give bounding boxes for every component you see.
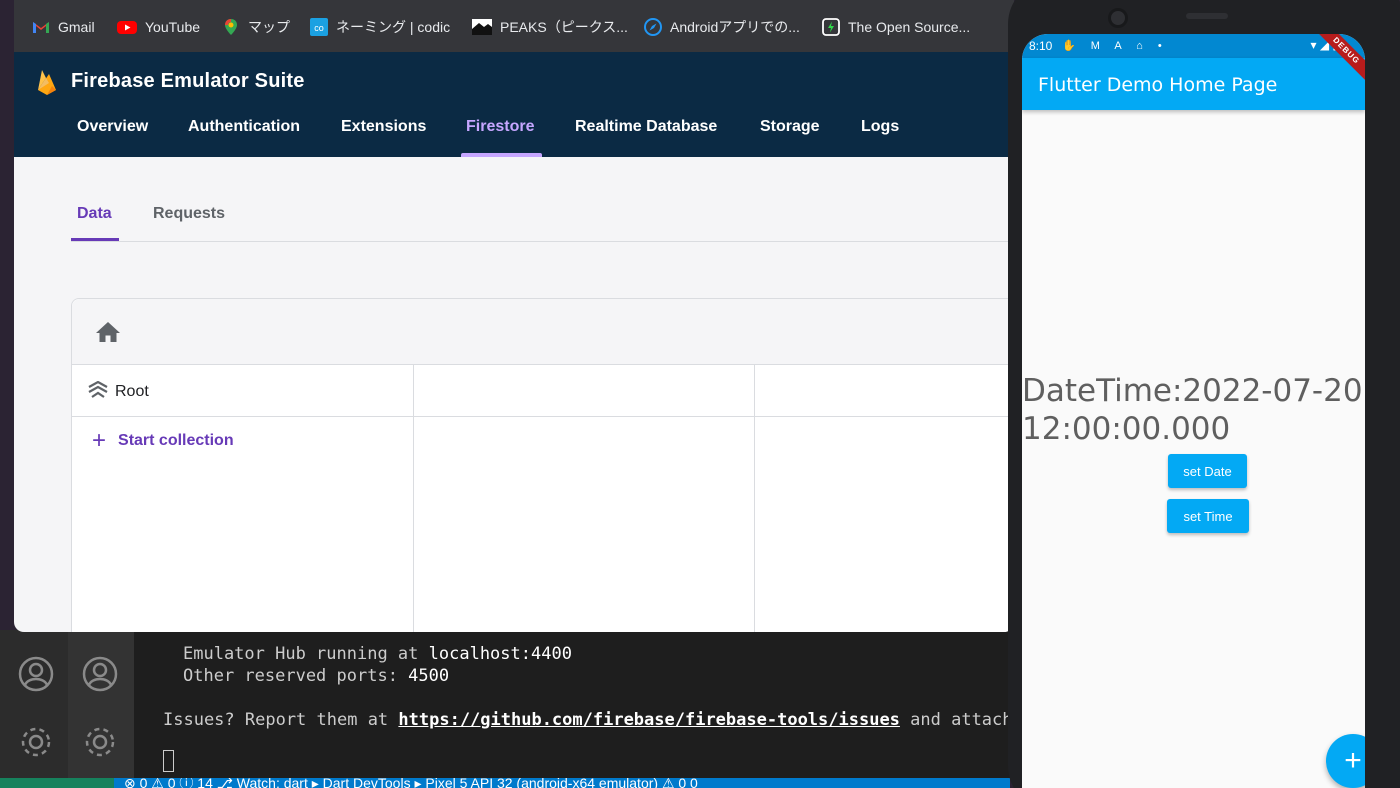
app-bar-title: Flutter Demo Home Page [1038,74,1278,96]
active-subtab-indicator [71,238,119,241]
home-icon[interactable] [95,321,121,343]
datetime-line-2: 12:00:00.000 [1022,411,1231,447]
subtab-data[interactable]: Data [77,205,112,223]
bookmark-youtube[interactable]: YouTube [117,16,200,38]
app-title: Firebase Emulator Suite [71,70,305,92]
active-tab-indicator [461,153,542,157]
compass-icon [644,18,662,36]
phone-speaker [1186,13,1228,19]
firebase-header: Firebase Emulator Suite Overview Authent… [14,52,1014,157]
bookmark-android[interactable]: Androidアプリでの... [644,16,800,38]
tab-realtime-database[interactable]: Realtime Database [575,118,717,136]
bookmark-peaks[interactable]: PEAKS（ピークス... [472,16,628,38]
add-fab-button[interactable]: + [1326,734,1365,788]
tab-overview[interactable]: Overview [77,118,148,136]
vscode-editor: Emulator Hub running at localhost:4400 O… [0,630,1013,788]
firestore-subtabs: Data Requests [71,184,1014,242]
remote-indicator[interactable] [0,778,114,788]
bookmarks-bar: Gmail YouTube マップ co ネーミング | codic PEAKS… [14,0,1014,52]
datetime-display: DateTime:2022-07-20 12:00:00.000 [1022,372,1365,448]
set-date-button[interactable]: set Date [1168,454,1247,488]
phone-camera [1108,8,1128,28]
svg-text:co: co [314,23,324,33]
datetime-line-1: DateTime:2022-07-20 [1022,373,1363,409]
android-status-bar: 8:10 ✋ M A ⌂ • ▾ ◢ ▮ [1022,34,1365,58]
notification-icons: ✋ M A ⌂ • [1062,40,1168,52]
column-2 [414,417,755,632]
subtab-requests[interactable]: Requests [153,205,225,223]
maps-icon [225,19,237,35]
tab-extensions[interactable]: Extensions [341,118,426,136]
peaks-icon [472,19,492,35]
bookmark-opensource[interactable]: The Open Source... [822,16,970,38]
gear-icon[interactable] [18,724,54,760]
codic-icon: co [310,18,328,36]
root-column-header[interactable]: Root [72,365,414,417]
start-collection-button[interactable]: + Start collection [92,427,234,454]
breadcrumb [72,299,1013,365]
tab-authentication[interactable]: Authentication [188,118,300,136]
account-icon[interactable] [82,656,118,692]
status-bar-text[interactable]: ⊗ 0 ⚠ 0 ⓘ 14 ⎇ Watch: dart ▸ Dart DevToo… [124,778,698,788]
start-collection-label: Start collection [118,432,234,449]
collection-stack-icon [88,381,108,398]
issues-line: Issues? Report them at https://github.co… [163,710,1013,730]
ports-line: Other reserved ports: 4500 [183,666,450,686]
firestore-data-panel: Root + Start collection [71,298,1014,632]
status-time: 8:10 [1029,39,1053,53]
column-3 [755,417,1014,632]
account-icon[interactable] [18,656,54,692]
gear-icon[interactable] [82,724,118,760]
bookmark-gmail[interactable]: Gmail [32,16,95,38]
bookmark-codic[interactable]: co ネーミング | codic [310,16,450,38]
browser-window: Gmail YouTube マップ co ネーミング | codic PEAKS… [14,0,1014,632]
app-bar: Flutter Demo Home Page [1022,58,1365,110]
issues-link[interactable]: https://github.com/firebase/firebase-too… [398,710,900,730]
root-column: + Start collection [72,417,414,632]
status-bar: ⊗ 0 ⚠ 0 ⓘ 14 ⎇ Watch: dart ▸ Dart DevToo… [0,778,1010,788]
plus-icon: + [92,427,107,454]
bookmark-maps[interactable]: マップ [222,16,290,38]
hub-line: Emulator Hub running at localhost:4400 [183,644,572,664]
youtube-icon [117,21,137,34]
terminal-output[interactable]: Emulator Hub running at localhost:4400 O… [134,630,1013,778]
tab-logs[interactable]: Logs [861,118,899,136]
terminal-cursor [163,750,174,772]
phone-screen: 8:10 ✋ M A ⌂ • ▾ ◢ ▮ Flutter Demo Home P… [1022,34,1365,788]
gmail-icon [33,22,49,33]
opensource-icon [822,18,840,36]
tab-storage[interactable]: Storage [760,118,820,136]
activity-bar [0,630,134,778]
column-header-3 [755,365,1014,417]
tab-firestore[interactable]: Firestore [466,118,534,136]
root-label: Root [115,383,149,400]
column-header-2 [414,365,755,417]
firebase-logo-icon [38,70,56,95]
set-time-button[interactable]: set Time [1167,499,1249,533]
